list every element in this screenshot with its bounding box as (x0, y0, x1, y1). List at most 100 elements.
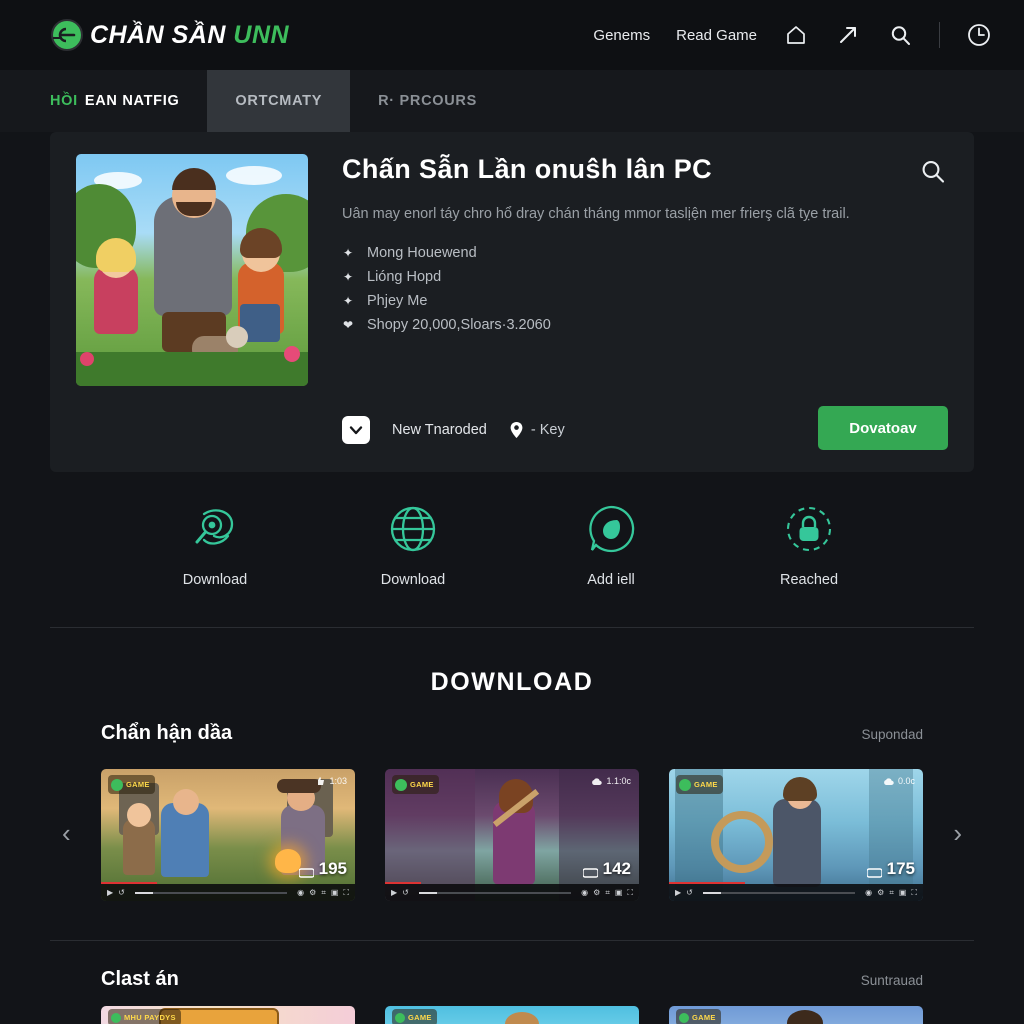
card-logo-badge: GAME (676, 1009, 721, 1024)
flower-shape (284, 346, 300, 362)
progress-bar[interactable] (134, 891, 288, 894)
nav-read-game[interactable]: Read Game (676, 27, 757, 44)
chevron-left-icon[interactable]: ‹ (62, 818, 71, 849)
fullscreen-icon[interactable]: ⛶ (343, 888, 349, 898)
character-head (787, 1010, 823, 1024)
tab-ortcmaty[interactable]: ORTCMATY (207, 70, 351, 132)
quick-feature-add-iell[interactable]: Add iell (551, 500, 671, 588)
video-card[interactable]: GAME 0.0c 175 ▶ ↺ ◉ ⚙ ⌗ ▣ ⛶ (669, 769, 923, 901)
quick-feature-reached[interactable]: Reached (749, 500, 869, 588)
settings-icon[interactable]: ⚙ (877, 888, 884, 897)
nav-divider (939, 22, 940, 48)
hero-thumbnail[interactable] (76, 154, 308, 386)
card-count: 175 (866, 859, 915, 879)
list-item-label: Lióng Hopd (367, 269, 442, 286)
fullscreen-icon[interactable]: ⛶ (911, 888, 917, 898)
logo-dot-icon (679, 1012, 689, 1023)
clock-icon[interactable] (966, 22, 992, 48)
list-item-label: Phjey Me (367, 293, 428, 310)
miniplayer-icon[interactable]: ▣ (899, 888, 907, 897)
card-logo-badge: GAME (392, 1009, 437, 1024)
play-icon[interactable]: ▶ (391, 888, 397, 897)
quick-feature-label: Download (380, 572, 446, 588)
character-body (773, 799, 821, 887)
character-hair (783, 777, 817, 801)
miniplayer-icon[interactable]: ▣ (331, 888, 339, 897)
tab-prefix: HỒI (50, 93, 78, 109)
card-count: 142 (582, 859, 631, 879)
logo[interactable]: CHẦN SẦN UNN (50, 18, 289, 52)
dashed-lock-icon (780, 500, 838, 558)
play-icon[interactable]: ▶ (675, 888, 681, 897)
section-link[interactable]: Supondad (861, 727, 923, 742)
hero-card: Chấn Sẫn Lần onuŝh lân PC Uân may enorl … (50, 132, 974, 472)
counter-icon (866, 868, 882, 878)
card-logo-badge: GAME (392, 775, 439, 794)
video-controls[interactable]: ▶ ↺ ◉ ⚙ ⌗ ▣ ⛶ (385, 884, 639, 901)
fullscreen-icon[interactable]: ⛶ (627, 888, 633, 898)
counter-icon (582, 868, 598, 878)
flower-shape (80, 352, 94, 366)
video-card[interactable]: GAME (385, 1006, 639, 1024)
hero-body: Chấn Sẫn Lần onuŝh lân PC Uân may enorl … (308, 154, 948, 450)
volume-icon[interactable]: ◉ (297, 888, 304, 897)
tab-prcours[interactable]: R· PRCOURS (350, 70, 505, 132)
settings-icon[interactable]: ⚙ (593, 888, 600, 897)
card-logo-badge: MHU PAYDYS (108, 1009, 181, 1024)
replay-icon[interactable]: ↺ (402, 888, 409, 897)
tab-ean-natfig[interactable]: HỒI EAN NATFIG (50, 70, 207, 132)
character-hair (96, 238, 136, 272)
video-card[interactable]: GAME 1.1:0c 142 ▶ ↺ ◉ ⚙ ⌗ ▣ ⛶ (385, 769, 639, 901)
replay-icon[interactable]: ↺ (686, 888, 693, 897)
section-link[interactable]: Suntrauad (861, 973, 923, 988)
chevron-right-icon[interactable]: › (953, 818, 962, 849)
badge-label: GAME (694, 780, 718, 789)
replay-icon[interactable]: ↺ (118, 888, 125, 897)
cloud-shape (226, 166, 282, 185)
volume-icon[interactable]: ◉ (581, 888, 588, 897)
globe-icon (384, 500, 442, 558)
video-card[interactable]: GAME (669, 1006, 923, 1024)
quick-feature-download-scan[interactable]: Download (155, 500, 275, 588)
home-icon[interactable] (783, 22, 809, 48)
card-logo-badge: GAME (108, 775, 155, 794)
video-controls[interactable]: ▶ ↺ ◉ ⚙ ⌗ ▣ ⛶ (669, 884, 923, 901)
search-icon[interactable] (887, 22, 913, 48)
captions-icon[interactable]: ⌗ (321, 888, 326, 898)
badge-label: MHU PAYDYS (124, 1013, 176, 1022)
hero-title-row: Chấn Sẫn Lần onuŝh lân PC (342, 154, 948, 187)
download-button[interactable]: Dovatoav (818, 406, 948, 450)
video-card[interactable]: MHU PAYDYS (101, 1006, 355, 1024)
card-count: 195 (298, 859, 347, 879)
search-icon[interactable] (918, 157, 948, 187)
play-icon[interactable]: ▶ (107, 888, 113, 897)
list-item: ✦ Lióng Hopd (342, 269, 948, 285)
progress-bar[interactable] (418, 891, 572, 894)
quick-feature-label: Download (182, 572, 248, 588)
progress-bar[interactable] (702, 891, 856, 894)
captions-icon[interactable]: ⌗ (889, 888, 894, 898)
quick-feature-label: Add iell (587, 572, 635, 588)
settings-icon[interactable]: ⚙ (309, 888, 316, 897)
miniplayer-icon[interactable]: ▣ (615, 888, 623, 897)
volume-icon[interactable]: ◉ (865, 888, 872, 897)
arrow-up-right-icon[interactable] (835, 22, 861, 48)
checkbox-new-tnaroded[interactable] (342, 416, 370, 444)
counter-icon (298, 868, 314, 878)
quick-feature-download-globe[interactable]: Download (353, 500, 473, 588)
cloud-icon (884, 777, 894, 785)
badge-label: GAME (408, 1013, 432, 1022)
divider (50, 627, 974, 628)
video-card[interactable]: GAME 1:03 195 ▶ ↺ ◉ ⚙ ⌗ ▣ ⛶ (101, 769, 355, 901)
logo-dot-icon (395, 778, 407, 791)
nav-genems[interactable]: Genems (593, 27, 650, 44)
card-top-right-meta: 0.0c (883, 776, 915, 786)
video-controls[interactable]: ▶ ↺ ◉ ⚙ ⌗ ▣ ⛶ (101, 884, 355, 901)
tab-label: R· PRCOURS (378, 93, 477, 109)
badge-label: GAME (126, 780, 150, 789)
captions-icon[interactable]: ⌗ (605, 888, 610, 898)
card-top-right-meta: 1.1:0c (591, 776, 631, 786)
tab-bar: HỒI EAN NATFIG ORTCMATY R· PRCOURS (0, 70, 1024, 132)
top-header: CHẦN SẦN UNN Genems Read Game (0, 0, 1024, 70)
card-top-right-meta: 1:03 (315, 776, 347, 786)
